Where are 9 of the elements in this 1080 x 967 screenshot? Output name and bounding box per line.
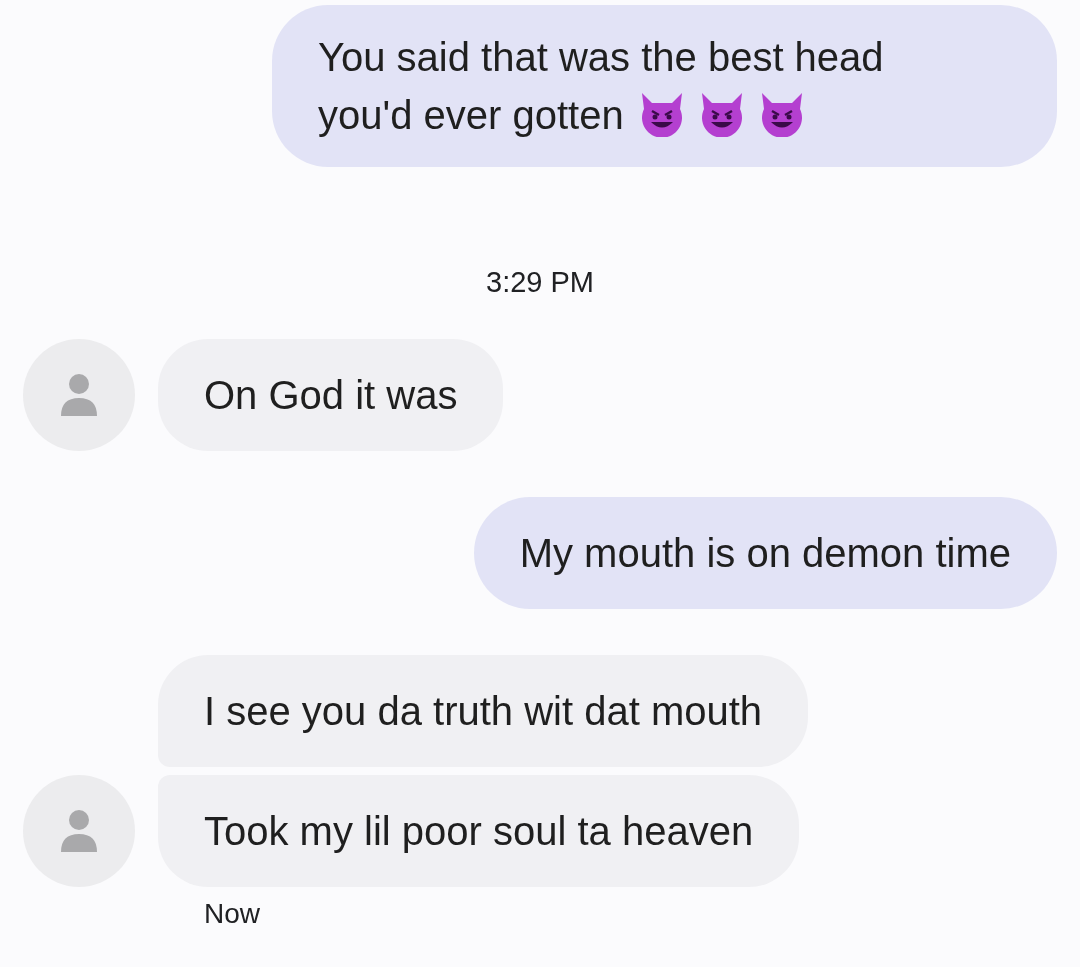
message-bubble[interactable]: My mouth is on demon time bbox=[473, 497, 1057, 609]
message-bubble[interactable]: Took my lil poor soul ta heaven bbox=[158, 775, 800, 887]
message-bubble[interactable]: I see you da truth wit dat mouth bbox=[158, 655, 809, 767]
person-icon bbox=[59, 808, 99, 854]
message-status: Now bbox=[204, 898, 260, 929]
timestamp: 3:29 PM bbox=[486, 266, 594, 298]
message-bubble[interactable]: You said that was the best head you'd ever gotten bbox=[272, 5, 1057, 167]
message-bubble[interactable]: On God it was bbox=[158, 339, 504, 451]
person-icon bbox=[59, 372, 99, 418]
